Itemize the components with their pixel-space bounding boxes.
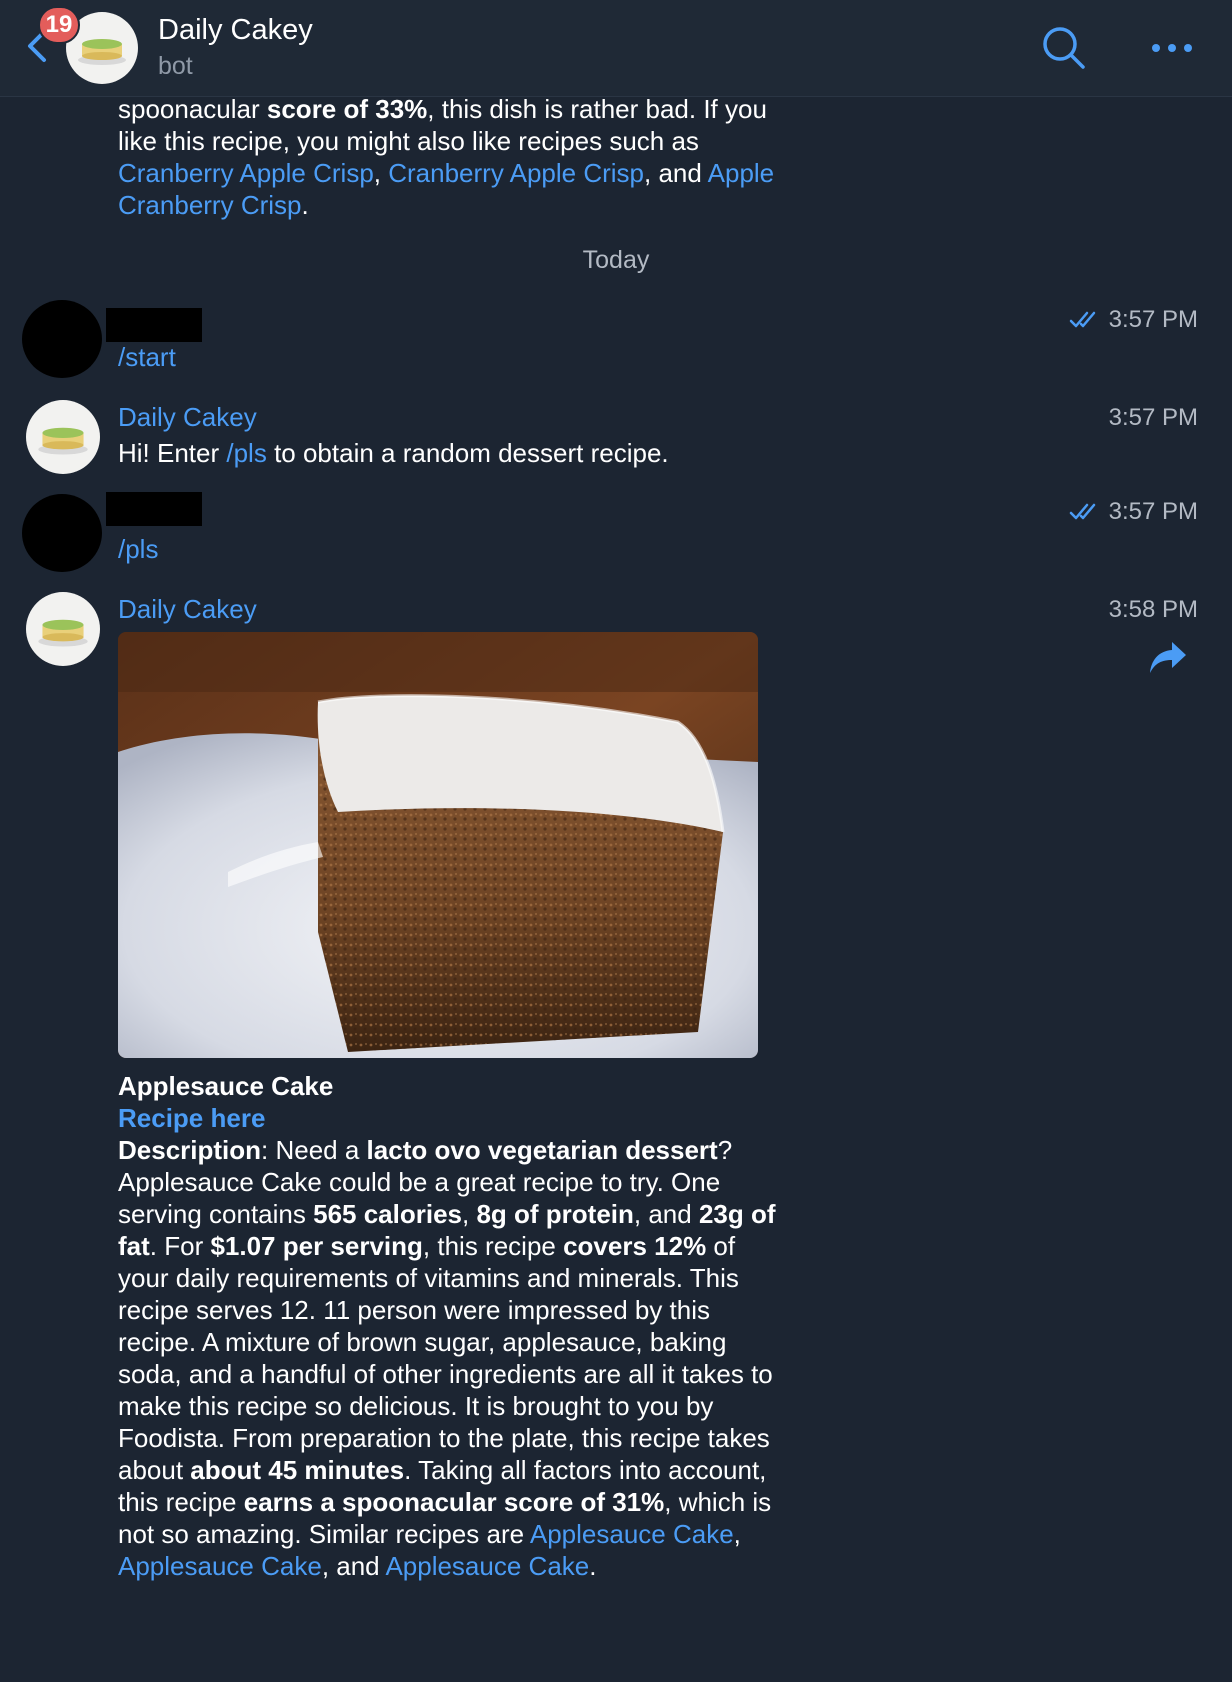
text-run: spoonacular [118, 94, 267, 124]
chat-header: 19 Daily Cakey bot [0, 0, 1232, 97]
text-run: of your daily requirements of vitamins a… [118, 1231, 773, 1485]
recipe-link[interactable]: Recipe here [118, 1102, 778, 1134]
unread-badge: 19 [38, 6, 80, 44]
text-run: . For [149, 1231, 211, 1261]
text-run: . [301, 190, 309, 220]
message-text: Hi! Enter /pls to obtain a random desser… [118, 437, 669, 469]
share-arrow-icon [1150, 642, 1186, 673]
text-run: , and [644, 158, 708, 188]
time-label: 3:57 PM [1108, 306, 1198, 333]
time-label: 3:57 PM [1108, 498, 1198, 525]
recipe-link[interactable]: Cranberry Apple Crisp [388, 158, 644, 188]
message-time: 3:57 PM [1109, 404, 1198, 432]
text-run: , this recipe [422, 1231, 564, 1261]
text-run: , [733, 1519, 741, 1549]
search-button[interactable] [1040, 24, 1088, 72]
chat-screen: 19 Daily Cakey bot spoonacular score of … [0, 0, 1232, 1682]
bold-run: score of 33% [266, 94, 428, 124]
message-time: 3:57 PM [1069, 306, 1198, 334]
sender-name[interactable]: Daily Cakey [118, 402, 257, 433]
message-time: 3:57 PM [1069, 498, 1198, 526]
command-link[interactable]: /pls [118, 534, 158, 565]
search-icon [1043, 27, 1085, 69]
double-check-icon [1069, 311, 1095, 328]
text-run: to obtain a random dessert recipe. [266, 438, 669, 468]
description-label: Description [118, 1135, 262, 1165]
double-check-icon [1069, 503, 1095, 520]
previous-message-text: spoonacular score of 33%, this dish is r… [118, 93, 778, 221]
similar-recipe-link[interactable]: Applesauce Cake [118, 1551, 322, 1581]
bold-run: about 45 minutes [190, 1455, 405, 1485]
command-link[interactable]: /start [118, 342, 176, 373]
bot-avatar[interactable] [26, 400, 100, 474]
message-time: 3:58 PM [1109, 596, 1198, 624]
user-avatar[interactable] [22, 300, 102, 378]
similar-recipe-link[interactable]: Applesauce Cake [530, 1519, 734, 1549]
recipe-text: Applesauce Cake Recipe here Description:… [118, 1070, 778, 1582]
text-run: . [589, 1551, 597, 1581]
time-label: 3:57 PM [1108, 404, 1198, 431]
user-avatar[interactable] [22, 494, 102, 572]
bold-run: 565 calories [313, 1199, 462, 1229]
date-separator: Today [582, 246, 650, 274]
sender-name[interactable]: Daily Cakey [118, 594, 257, 625]
bold-run: covers 12% [563, 1231, 707, 1261]
chat-title[interactable]: Daily Cakey [158, 14, 313, 47]
share-button[interactable] [1148, 640, 1188, 676]
bold-run: earns a spoonacular score of 31% [243, 1487, 665, 1517]
bold-run: lacto ovo vegetarian dessert [366, 1135, 718, 1165]
similar-recipe-link[interactable]: Applesauce Cake [385, 1551, 589, 1581]
bold-run: 8g of protein [476, 1199, 634, 1229]
bot-avatar[interactable] [26, 592, 100, 666]
time-label: 3:58 PM [1108, 596, 1198, 623]
recipe-link[interactable]: Cranberry Apple Crisp [118, 158, 374, 188]
more-dots-icon [1152, 44, 1192, 52]
text-run: , and [321, 1551, 386, 1581]
more-button[interactable] [1148, 30, 1196, 66]
chat-subtitle: bot [158, 52, 193, 80]
text-run: , [462, 1199, 477, 1229]
recipe-title: Applesauce Cake [118, 1071, 334, 1101]
recipe-photo[interactable] [118, 632, 758, 1058]
text-run: Hi! Enter [118, 438, 227, 468]
cake-photo-image [118, 632, 758, 1058]
cake-avatar-icon [26, 592, 100, 666]
command-link[interactable]: /pls [226, 438, 266, 468]
text-run: , [373, 158, 389, 188]
recipe-description: Description: Need a lacto ovo vegetarian… [118, 1134, 778, 1582]
bold-run: $1.07 per serving [210, 1231, 423, 1261]
text-run: : Need a [261, 1135, 367, 1165]
cake-avatar-icon [26, 400, 100, 474]
redacted-username [106, 308, 202, 342]
text-run: , and [633, 1199, 699, 1229]
redacted-username [106, 492, 202, 526]
